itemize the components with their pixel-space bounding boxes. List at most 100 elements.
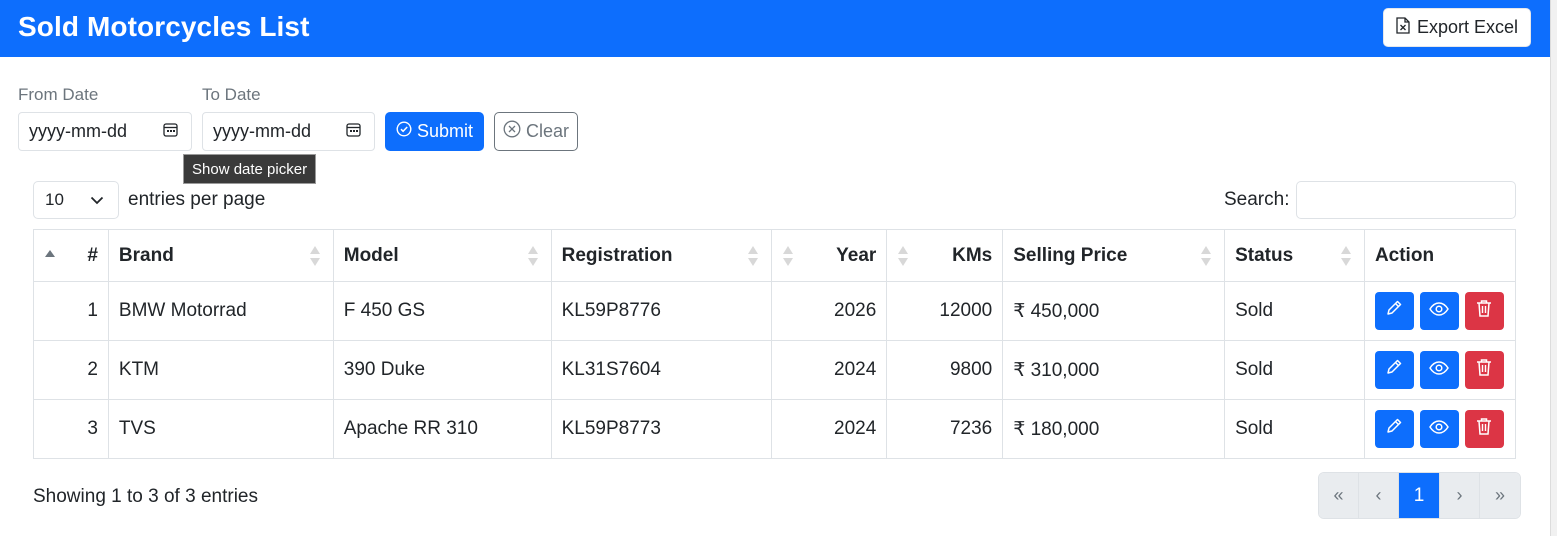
x-circle-icon (503, 120, 521, 143)
table-row: 1 BMW Motorrad F 450 GS KL59P8776 2026 1… (33, 281, 1517, 341)
calendar-icon[interactable] (163, 121, 178, 142)
cell-year: 2024 (771, 399, 888, 459)
column-label: Brand (118, 244, 174, 266)
page-button-current[interactable]: 1 (1399, 473, 1440, 518)
view-button[interactable] (1419, 410, 1459, 448)
delete-button[interactable] (1464, 351, 1504, 389)
table-row: 3 TVS Apache RR 310 KL59P8773 2024 7236 … (33, 399, 1517, 459)
entries-per-page-select[interactable]: 10 (33, 181, 119, 219)
page-title: Sold Motorcycles List (18, 11, 310, 42)
cell-actions (1363, 399, 1517, 459)
trash-icon (1476, 299, 1492, 323)
last-page-button[interactable]: » (1480, 473, 1520, 518)
scrollbar[interactable] (1550, 0, 1557, 536)
to-date-input[interactable]: yyyy-mm-dd (202, 112, 375, 151)
sort-icon (1340, 245, 1352, 267)
column-header-status[interactable]: Status (1224, 229, 1365, 282)
clear-button[interactable]: Clear (494, 112, 578, 151)
cell-registration: KL31S7604 (550, 340, 773, 400)
trash-icon (1476, 417, 1492, 441)
motorcycles-table: # Brand Model Registration Year KMs Sell… (33, 229, 1517, 459)
sort-icon (747, 245, 759, 267)
from-date-input[interactable]: yyyy-mm-dd (18, 112, 192, 151)
column-header-brand[interactable]: Brand (107, 229, 334, 282)
cell-number: 1 (33, 281, 109, 341)
view-button[interactable] (1419, 351, 1459, 389)
cell-actions (1363, 340, 1517, 400)
sort-icon (1200, 245, 1212, 267)
search-label: Search: (1224, 189, 1290, 210)
column-label: Action (1374, 244, 1435, 266)
column-header-number[interactable]: # (33, 229, 109, 282)
date-picker-tooltip: Show date picker (183, 154, 317, 184)
cell-price: ₹ 310,000 (1002, 340, 1226, 400)
eye-icon (1429, 418, 1450, 440)
next-page-button[interactable]: › (1440, 473, 1480, 518)
cell-actions (1363, 281, 1517, 341)
column-header-action: Action (1363, 229, 1517, 282)
column-label: Registration (561, 244, 673, 266)
pencil-icon (1385, 358, 1403, 382)
submit-label: Submit (416, 121, 474, 141)
cell-brand: BMW Motorrad (107, 281, 334, 341)
cell-kms: 12000 (886, 281, 1004, 341)
table-header-row: # Brand Model Registration Year KMs Sell… (33, 229, 1517, 282)
table-row: 2 KTM 390 Duke KL31S7604 2024 9800 ₹ 310… (33, 340, 1517, 400)
cell-year: 2024 (771, 340, 888, 400)
eye-icon (1429, 359, 1450, 381)
cell-price: ₹ 450,000 (1002, 281, 1226, 341)
column-header-selling-price[interactable]: Selling Price (1002, 229, 1226, 282)
edit-button[interactable] (1374, 410, 1414, 448)
cell-price: ₹ 180,000 (1002, 399, 1226, 459)
column-label: # (87, 244, 98, 266)
previous-page-button[interactable]: ‹ (1359, 473, 1399, 518)
check-circle-icon (396, 121, 412, 142)
first-page-button[interactable]: « (1319, 473, 1359, 518)
cell-model: Apache RR 310 (332, 399, 552, 459)
column-label: KMs (952, 244, 993, 266)
sort-asc-icon (44, 245, 56, 267)
column-label: Status (1235, 244, 1294, 266)
delete-button[interactable] (1464, 410, 1504, 448)
cell-status: Sold (1224, 340, 1365, 400)
clear-label: Clear (525, 121, 569, 141)
cell-model: 390 Duke (332, 340, 552, 400)
export-excel-button[interactable]: Export Excel (1382, 8, 1531, 47)
to-date-label: To Date (202, 85, 261, 104)
cell-registration: KL59P8776 (550, 281, 773, 341)
column-header-registration[interactable]: Registration (550, 229, 773, 282)
search-input[interactable] (1296, 181, 1516, 219)
chevron-down-icon (90, 190, 104, 210)
pencil-icon (1385, 299, 1403, 323)
entries-value: 10 (45, 190, 64, 209)
column-label: Selling Price (1013, 244, 1128, 266)
view-button[interactable] (1419, 292, 1459, 330)
cell-kms: 9800 (886, 340, 1004, 400)
eye-icon (1429, 300, 1450, 322)
cell-number: 2 (33, 340, 109, 400)
column-header-year[interactable]: Year (771, 229, 888, 282)
cell-status: Sold (1224, 281, 1365, 341)
edit-button[interactable] (1374, 292, 1414, 330)
cell-registration: KL59P8773 (550, 399, 773, 459)
pagination: « ‹ 1 › » (1318, 472, 1521, 519)
delete-button[interactable] (1464, 292, 1504, 330)
cell-number: 3 (33, 399, 109, 459)
cell-year: 2026 (771, 281, 888, 341)
trash-icon (1476, 358, 1492, 382)
cell-status: Sold (1224, 399, 1365, 459)
column-header-kms[interactable]: KMs (886, 229, 1004, 282)
cell-brand: TVS (107, 399, 334, 459)
export-excel-label: Export Excel (1416, 17, 1518, 37)
sort-icon (527, 245, 539, 267)
sort-icon (309, 245, 321, 267)
sort-icon (782, 245, 794, 267)
submit-button[interactable]: Submit (385, 112, 484, 151)
table-info: Showing 1 to 3 of 3 entries (33, 486, 258, 507)
column-label: Year (836, 244, 877, 266)
from-date-label: From Date (18, 85, 99, 104)
edit-button[interactable] (1374, 351, 1414, 389)
calendar-icon[interactable] (346, 121, 361, 142)
entries-per-page-label: entries per page (128, 189, 266, 210)
column-header-model[interactable]: Model (332, 229, 552, 282)
